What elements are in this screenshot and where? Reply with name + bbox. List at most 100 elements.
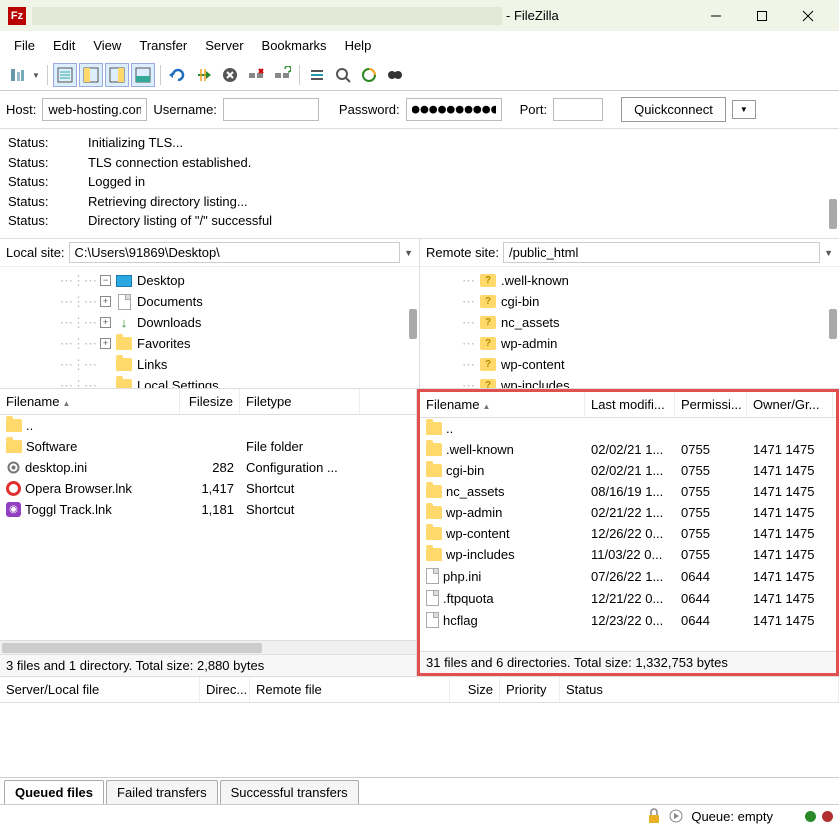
list-row[interactable]: wp-includes 11/03/22 0... 0755 1471 1475 [420, 544, 836, 565]
log-key: Status: [8, 172, 88, 192]
list-row[interactable]: php.ini 07/26/22 1... 0644 1471 1475 [420, 565, 836, 587]
cell-owner: 1471 1475 [747, 565, 833, 587]
cell-perm: 0644 [675, 565, 747, 587]
tree-item[interactable]: ⋯nc_assets [426, 312, 833, 333]
menu-help[interactable]: Help [337, 35, 380, 56]
menu-server[interactable]: Server [197, 35, 251, 56]
local-tree-scrollbar[interactable] [409, 309, 417, 339]
col-filename[interactable]: Filename▲ [420, 392, 585, 417]
transfer-status-icon[interactable] [667, 809, 685, 823]
local-list-hscroll[interactable] [0, 640, 416, 654]
cell-owner: 1471 1475 [747, 609, 833, 631]
q-col-direction[interactable]: Direc... [200, 677, 250, 702]
site-manager-icon[interactable] [6, 63, 30, 87]
tree-item[interactable]: ⋯wp-admin [426, 333, 833, 354]
tree-expander[interactable]: + [100, 317, 111, 328]
col-permissions[interactable]: Permissi... [675, 392, 747, 417]
tree-item[interactable]: ⋯.well-known [426, 270, 833, 291]
log-scrollbar[interactable] [829, 199, 837, 229]
disconnect-icon[interactable] [244, 63, 268, 87]
queue-header[interactable]: Server/Local file Direc... Remote file S… [0, 677, 839, 703]
list-row[interactable]: Opera Browser.lnk 1,417 Shortcut [0, 478, 416, 499]
list-row[interactable]: .ftpquota 12/21/22 0... 0644 1471 1475 [420, 587, 836, 609]
tree-item[interactable]: ⋯⋮⋯+Favorites [6, 333, 413, 354]
local-tree-pane: Local site: ▼ ⋯⋮⋯−Desktop⋯⋮⋯+Documents⋯⋮… [0, 239, 420, 388]
list-row[interactable]: nc_assets 08/16/19 1... 0755 1471 1475 [420, 481, 836, 502]
quickconnect-button[interactable]: Quickconnect [621, 97, 726, 122]
tab-queued[interactable]: Queued files [4, 780, 104, 804]
tree-item[interactable]: ⋯⋮⋯Local Settings [6, 375, 413, 388]
reconnect-icon[interactable] [270, 63, 294, 87]
tree-item[interactable]: ⋯⋮⋯+↓Downloads [6, 312, 413, 333]
tree-expander[interactable]: − [100, 275, 111, 286]
toggle-local-tree-icon[interactable] [79, 63, 103, 87]
filter-icon[interactable] [305, 63, 329, 87]
site-manager-dropdown[interactable]: ▼ [32, 71, 42, 80]
tree-item[interactable]: ⋯wp-content [426, 354, 833, 375]
password-input[interactable] [406, 98, 502, 121]
q-col-status[interactable]: Status [560, 677, 839, 702]
col-owner[interactable]: Owner/Gr... [747, 392, 833, 417]
list-row[interactable]: hcflag 12/23/22 0... 0644 1471 1475 [420, 609, 836, 631]
refresh-icon[interactable] [166, 63, 190, 87]
toggle-log-icon[interactable] [53, 63, 77, 87]
lock-icon[interactable] [647, 808, 661, 824]
col-filename[interactable]: Filename▲ [0, 389, 180, 414]
compare-icon[interactable] [357, 63, 381, 87]
process-queue-icon[interactable] [192, 63, 216, 87]
search-icon[interactable] [331, 63, 355, 87]
list-row[interactable]: cgi-bin 02/02/21 1... 0755 1471 1475 [420, 460, 836, 481]
toggle-queue-icon[interactable] [131, 63, 155, 87]
list-row[interactable]: desktop.ini 282 Configuration ... [0, 457, 416, 478]
tree-item[interactable]: ⋯⋮⋯−Desktop [6, 270, 413, 291]
toggle-remote-tree-icon[interactable] [105, 63, 129, 87]
port-label: Port: [520, 102, 547, 117]
minimize-button[interactable] [693, 0, 739, 31]
username-input[interactable] [223, 98, 319, 121]
tree-item[interactable]: ⋯⋮⋯+Documents [6, 291, 413, 312]
list-row[interactable]: .well-known 02/02/21 1... 0755 1471 1475 [420, 439, 836, 460]
menu-view[interactable]: View [85, 35, 129, 56]
tree-expander[interactable]: + [100, 338, 111, 349]
list-row[interactable]: .. [420, 418, 836, 439]
q-col-server[interactable]: Server/Local file [0, 677, 200, 702]
close-button[interactable] [785, 0, 831, 31]
maximize-button[interactable] [739, 0, 785, 31]
local-site-dropdown[interactable]: ▼ [404, 248, 413, 258]
list-row[interactable]: .. [0, 415, 416, 436]
remote-list-header[interactable]: Filename▲ Last modifi... Permissi... Own… [420, 392, 836, 418]
tree-expander[interactable]: + [100, 296, 111, 307]
q-col-size[interactable]: Size [450, 677, 500, 702]
remote-site-input[interactable] [503, 242, 820, 263]
remote-file-list: Filename▲ Last modifi... Permissi... Own… [417, 389, 839, 676]
list-row[interactable]: Software File folder [0, 436, 416, 457]
local-list-header[interactable]: Filename▲ Filesize Filetype [0, 389, 416, 415]
menu-edit[interactable]: Edit [45, 35, 83, 56]
tab-successful[interactable]: Successful transfers [220, 780, 359, 804]
list-row[interactable]: wp-content 12/26/22 0... 0755 1471 1475 [420, 523, 836, 544]
cancel-icon[interactable] [218, 63, 242, 87]
host-input[interactable] [42, 98, 147, 121]
log-key: Status: [8, 153, 88, 173]
list-row[interactable]: ◉Toggl Track.lnk 1,181 Shortcut [0, 499, 416, 520]
list-row[interactable]: wp-admin 02/21/22 1... 0755 1471 1475 [420, 502, 836, 523]
remote-tree-scrollbar[interactable] [829, 309, 837, 339]
q-col-priority[interactable]: Priority [500, 677, 560, 702]
menu-file[interactable]: File [6, 35, 43, 56]
menu-bookmarks[interactable]: Bookmarks [254, 35, 335, 56]
sync-browse-icon[interactable] [383, 63, 407, 87]
tree-item[interactable]: ⋯cgi-bin [426, 291, 833, 312]
quickconnect-dropdown[interactable]: ▼ [732, 100, 756, 119]
local-site-input[interactable] [69, 242, 401, 263]
menu-transfer[interactable]: Transfer [131, 35, 195, 56]
col-filesize[interactable]: Filesize [180, 389, 240, 414]
col-filetype[interactable]: Filetype [240, 389, 360, 414]
col-modified[interactable]: Last modifi... [585, 392, 675, 417]
tab-failed[interactable]: Failed transfers [106, 780, 218, 804]
tree-item[interactable]: ⋯⋮⋯Links [6, 354, 413, 375]
tree-item[interactable]: ⋯wp-includes [426, 375, 833, 388]
remote-site-dropdown[interactable]: ▼ [824, 248, 833, 258]
cell-size: 1,417 [180, 478, 240, 499]
port-input[interactable] [553, 98, 603, 121]
q-col-remote[interactable]: Remote file [250, 677, 450, 702]
